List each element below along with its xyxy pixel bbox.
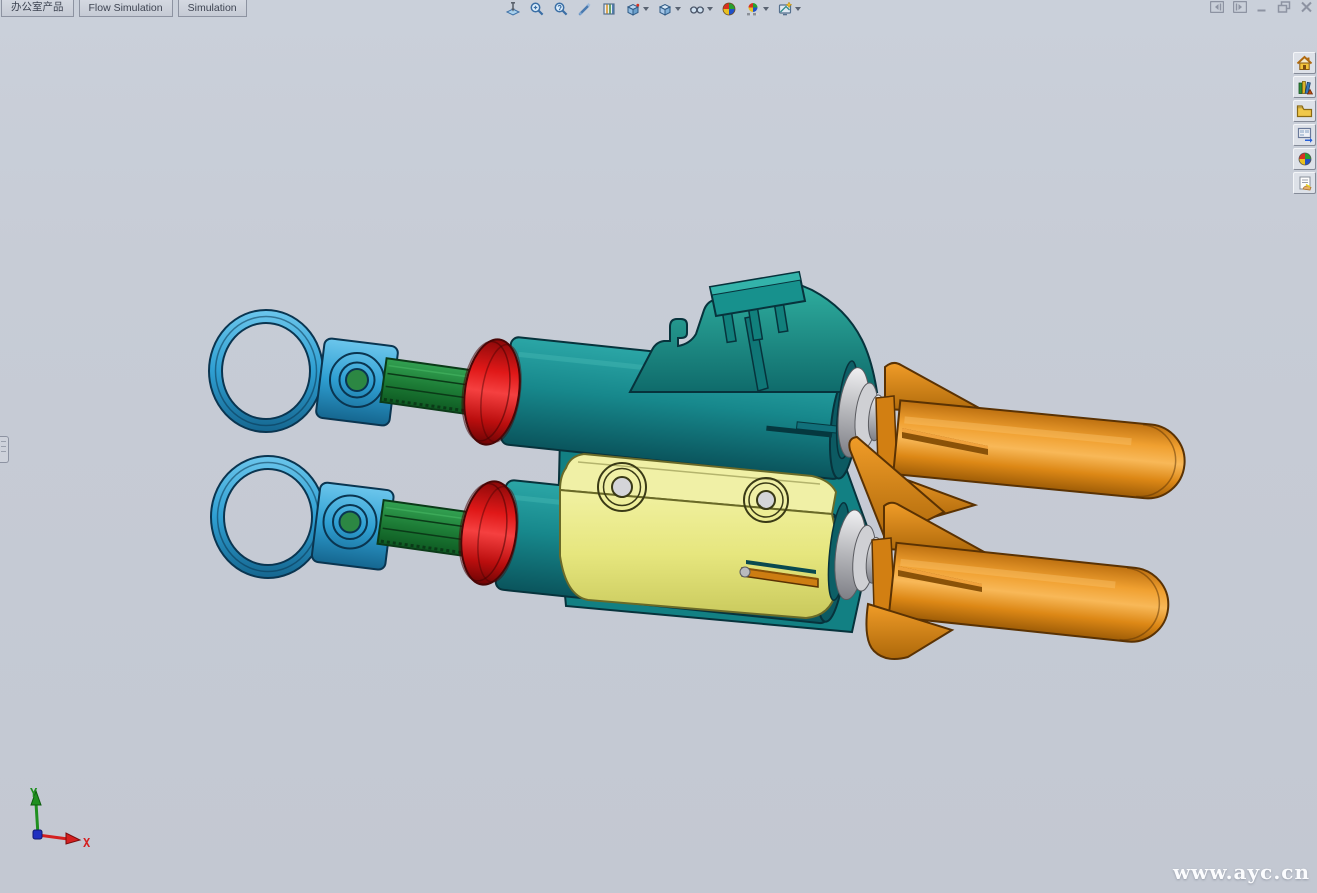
restore-button[interactable] <box>1277 1 1291 13</box>
triad-x-label: X <box>83 836 91 850</box>
solidworks-resources-button[interactable] <box>1293 52 1316 74</box>
tab-simulation[interactable]: Simulation <box>178 0 247 17</box>
feature-tree-collapsed-tab[interactable] <box>0 436 9 463</box>
heads-up-view-toolbar <box>504 0 802 17</box>
hide-show-items-button[interactable] <box>688 0 714 17</box>
dropdown-caret <box>707 7 713 11</box>
dropdown-caret <box>643 7 649 11</box>
tab-office-products[interactable]: 办公室产品 <box>1 0 74 17</box>
books-icon <box>1297 79 1313 95</box>
zoom-to-area-icon <box>529 1 545 17</box>
zoom-to-area-button[interactable] <box>528 0 546 17</box>
section-view-button[interactable] <box>600 0 618 17</box>
display-style-button[interactable] <box>656 0 682 17</box>
dropdown-caret <box>675 7 681 11</box>
model-upper-bracket[interactable] <box>630 272 877 392</box>
view-settings-button[interactable] <box>776 0 802 17</box>
tab-flow-simulation[interactable]: Flow Simulation <box>79 0 173 17</box>
edit-appearance-button[interactable] <box>720 0 738 17</box>
apply-scene-icon <box>745 1 761 17</box>
view-orientation-button[interactable] <box>624 0 650 17</box>
design-library-button[interactable] <box>1293 76 1316 98</box>
zoom-to-fit-button[interactable] <box>504 0 522 17</box>
previous-view-button[interactable] <box>576 0 594 17</box>
appearance-ball-icon <box>1297 151 1313 167</box>
collapse-pane-right-button[interactable] <box>1233 1 1247 13</box>
zoom-to-fit-icon <box>505 1 521 17</box>
model-lower-pull-ring[interactable] <box>211 456 325 578</box>
display-style-icon <box>657 1 673 17</box>
view-palette-icon <box>1297 127 1313 143</box>
dropdown-caret <box>763 7 769 11</box>
close-button[interactable] <box>1300 1 1313 13</box>
watermark: www.ayc.cn <box>1173 860 1310 884</box>
viewport-canvas[interactable] <box>0 0 1317 893</box>
minimize-button[interactable] <box>1256 1 1268 13</box>
task-pane-strip <box>1292 52 1317 194</box>
window-controls <box>1210 1 1313 13</box>
view-orientation-icon <box>625 1 641 17</box>
reference-triad: Y X <box>20 787 100 855</box>
folder-icon <box>1296 103 1313 119</box>
previous-view-icon <box>577 1 593 17</box>
apply-scene-button[interactable] <box>744 0 770 17</box>
model-upper-pull-ring[interactable] <box>209 310 323 432</box>
view-settings-icon <box>777 1 793 17</box>
zoom-in-out-icon <box>553 1 569 17</box>
view-palette-button[interactable] <box>1293 124 1316 146</box>
edit-appearance-icon <box>721 1 737 17</box>
collapse-pane-left-button[interactable] <box>1210 1 1224 13</box>
appearances-scenes-button[interactable] <box>1293 148 1316 170</box>
model-yellow-sleeve[interactable] <box>560 454 838 618</box>
home-icon <box>1296 55 1313 71</box>
command-manager-tabs: 办公室产品 Flow Simulation Simulation <box>1 0 247 17</box>
custom-properties-icon <box>1297 175 1313 191</box>
file-explorer-button[interactable] <box>1293 100 1316 122</box>
dropdown-caret <box>795 7 801 11</box>
zoom-in-out-button[interactable] <box>552 0 570 17</box>
hide-show-items-icon <box>689 1 705 17</box>
custom-properties-button[interactable] <box>1293 172 1316 194</box>
section-view-icon <box>601 1 617 17</box>
triad-y-label: Y <box>30 787 38 800</box>
